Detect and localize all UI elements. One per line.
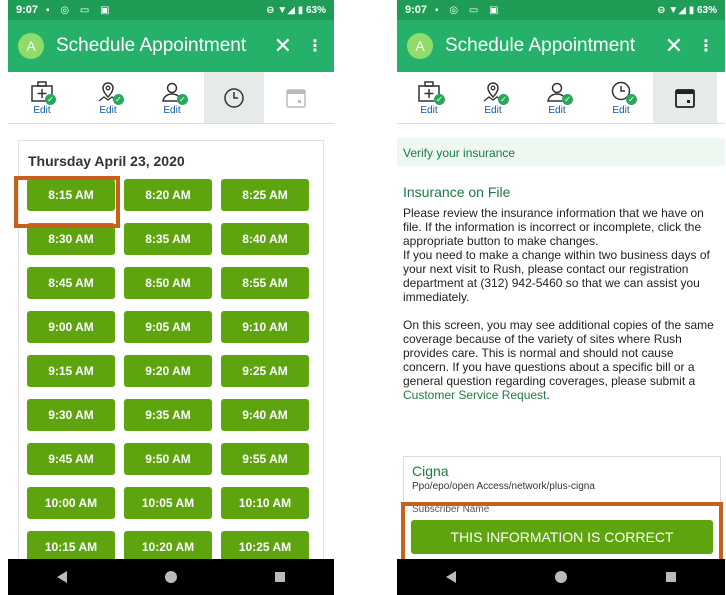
- edit-link[interactable]: Edit: [612, 105, 629, 116]
- time-slot-button[interactable]: 9:15 AM: [27, 355, 115, 387]
- edit-link[interactable]: Edit: [163, 105, 180, 116]
- time-slot-button[interactable]: 9:55 AM: [221, 443, 309, 475]
- check-icon: ✓: [562, 94, 573, 105]
- time-slot-button[interactable]: 8:50 AM: [124, 267, 212, 299]
- status-right: ⊖ ▼◢ ▮ 63%: [266, 4, 326, 16]
- verify-insurance-bar: Verify your insurance: [397, 138, 725, 166]
- time-slot-button[interactable]: 9:30 AM: [27, 399, 115, 431]
- check-icon: ✓: [434, 94, 445, 105]
- app-bar: A Schedule Appointment ✕ ⋮: [8, 20, 334, 72]
- close-icon[interactable]: ✕: [665, 33, 683, 59]
- step-location[interactable]: ✓ Edit: [461, 72, 525, 123]
- check-icon: ✓: [113, 94, 124, 105]
- calendar-icon: [675, 88, 695, 108]
- insurance-on-file-heading: Insurance on File: [403, 184, 511, 200]
- customer-service-link[interactable]: Customer Service Request: [403, 388, 546, 402]
- coverage-note: On this screen, you may see additional c…: [403, 318, 717, 402]
- system-nav-bar: [8, 559, 334, 595]
- time-slot-button[interactable]: 8:20 AM: [124, 179, 212, 211]
- battery-level: 63%: [696, 4, 717, 16]
- time-slot-grid: 8:15 AM 8:20 AM 8:25 AM 8:30 AM 8:35 AM 8:40 …: [27, 179, 317, 563]
- time-slot-button[interactable]: 9:35 AM: [124, 399, 212, 431]
- status-bar: 9:07 ▪ ◎ ▭ ▣ ⊖ ▼◢ ▮ 63%: [397, 0, 725, 20]
- time-slot-button[interactable]: 8:45 AM: [27, 267, 115, 299]
- clock-icon: [224, 87, 244, 108]
- step-provider[interactable]: ✓ Edit: [397, 72, 461, 123]
- more-menu-icon[interactable]: ⋮: [306, 36, 324, 56]
- time-slot-button[interactable]: 9:05 AM: [124, 311, 212, 343]
- check-icon: ✓: [45, 94, 56, 105]
- status-bar: 9:07 ▪ ◎ ▭ ▣ ⊖ ▼◢ ▮ 63%: [8, 0, 334, 20]
- recents-icon[interactable]: [275, 572, 285, 582]
- time-slot-button[interactable]: 10:05 AM: [124, 487, 212, 519]
- time-slot-button[interactable]: 9:25 AM: [221, 355, 309, 387]
- insurance-instructions: Please review the insurance information …: [403, 206, 710, 304]
- app-bar: A Schedule Appointment ✕ ⋮: [397, 20, 725, 72]
- edit-link[interactable]: Edit: [420, 105, 437, 116]
- notification-icons: ▪ ◎ ▭ ▣: [435, 4, 503, 16]
- edit-link[interactable]: Edit: [33, 105, 50, 116]
- time-slot-button[interactable]: 9:45 AM: [27, 443, 115, 475]
- step-time[interactable]: [204, 72, 264, 123]
- app-title: Schedule Appointment: [56, 35, 247, 56]
- wizard-steps: ✓ Edit ✓ Edit ✓ Edit: [8, 72, 334, 124]
- edit-link[interactable]: Edit: [548, 105, 565, 116]
- time-slot-button[interactable]: 8:25 AM: [221, 179, 309, 211]
- highlight-box: [14, 176, 120, 228]
- check-icon: ✓: [177, 94, 188, 105]
- time-slot-button[interactable]: 10:00 AM: [27, 487, 115, 519]
- check-icon: ✓: [626, 94, 637, 105]
- edit-link[interactable]: Edit: [99, 105, 116, 116]
- coverage-note-end: .: [546, 388, 550, 402]
- right-screen: 9:07 ▪ ◎ ▭ ▣ ⊖ ▼◢ ▮ 63% A Schedule Appoi…: [397, 0, 725, 595]
- app-title: Schedule Appointment: [445, 35, 636, 56]
- edit-link[interactable]: Edit: [484, 105, 501, 116]
- time-slot-button[interactable]: 9:50 AM: [124, 443, 212, 475]
- time-slot-button[interactable]: 9:20 AM: [124, 355, 212, 387]
- insurer-name: Cigna: [412, 463, 449, 479]
- avatar[interactable]: A: [18, 33, 44, 59]
- step-provider[interactable]: ✓ Edit: [8, 72, 76, 123]
- home-icon[interactable]: [165, 571, 177, 583]
- time-slot-button[interactable]: 9:00 AM: [27, 311, 115, 343]
- back-icon[interactable]: [446, 571, 457, 583]
- plan-name: Ppo/epo/open Access/network/plus-cigna: [412, 481, 595, 492]
- step-patient[interactable]: ✓ Edit: [140, 72, 204, 123]
- status-time: 9:07: [16, 4, 39, 16]
- notification-icons: ▪ ◎ ▭ ▣: [46, 4, 114, 16]
- coverage-note-text: On this screen, you may see additional c…: [403, 318, 714, 388]
- time-slot-button[interactable]: 8:40 AM: [221, 223, 309, 255]
- time-slot-button[interactable]: 9:10 AM: [221, 311, 309, 343]
- more-menu-icon[interactable]: ⋮: [697, 36, 715, 56]
- check-icon: ✓: [498, 94, 509, 105]
- time-slot-button[interactable]: 10:10 AM: [221, 487, 309, 519]
- time-slot-button[interactable]: 9:40 AM: [221, 399, 309, 431]
- step-time[interactable]: ✓ Edit: [589, 72, 653, 123]
- battery-level: 63%: [305, 4, 326, 16]
- step-location[interactable]: ✓ Edit: [76, 72, 140, 123]
- left-screen: 9:07 ▪ ◎ ▭ ▣ ⊖ ▼◢ ▮ 63% A Schedule Appoi…: [8, 0, 334, 595]
- avatar[interactable]: A: [407, 33, 433, 59]
- status-right: ⊖ ▼◢ ▮ 63%: [657, 4, 717, 16]
- step-confirm[interactable]: [653, 72, 717, 123]
- home-icon[interactable]: [554, 571, 567, 583]
- recents-icon[interactable]: [665, 572, 676, 582]
- date-heading: Thursday April 23, 2020: [28, 153, 185, 169]
- back-icon[interactable]: [57, 571, 67, 583]
- step-patient[interactable]: ✓ Edit: [525, 72, 589, 123]
- system-nav-bar: [397, 559, 725, 595]
- wizard-steps: ✓ Edit ✓ Edit ✓ Edit ✓ Edit: [397, 72, 725, 124]
- step-confirm[interactable]: [264, 72, 328, 123]
- time-slot-button[interactable]: 8:35 AM: [124, 223, 212, 255]
- close-icon[interactable]: ✕: [274, 33, 292, 59]
- status-time: 9:07: [405, 4, 428, 16]
- calendar-icon: [286, 88, 306, 108]
- time-slot-button[interactable]: 8:55 AM: [221, 267, 309, 299]
